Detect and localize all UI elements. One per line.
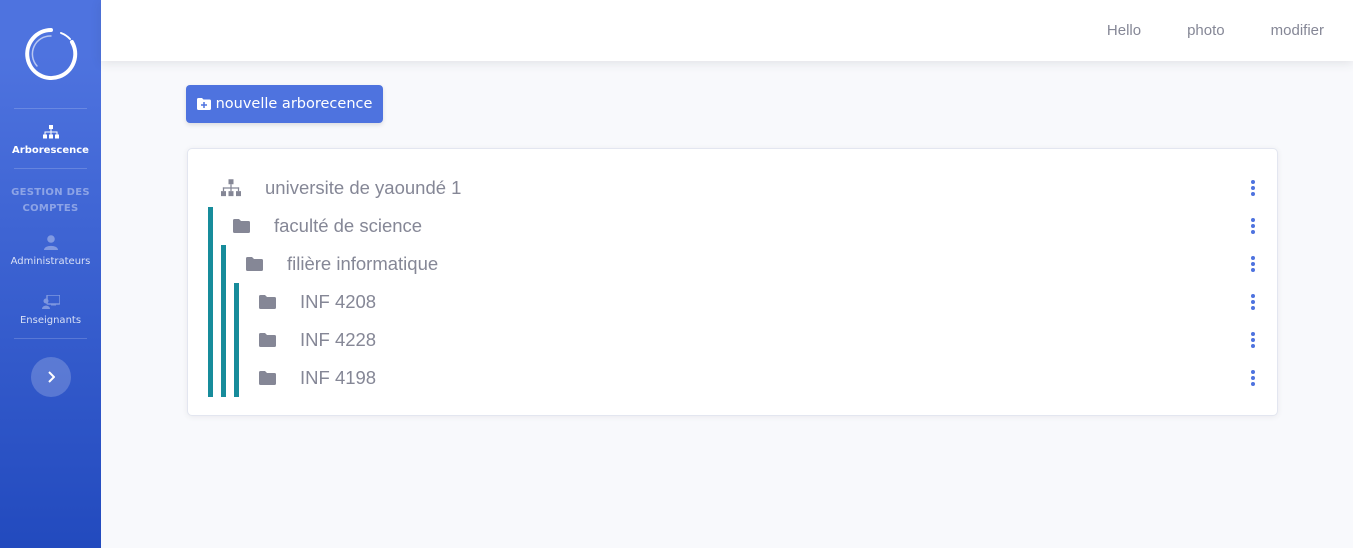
brand[interactable] [0,0,101,108]
new-tree-label: nouvelle arborecence [215,96,373,112]
topbar-link-photo[interactable]: photo [1187,22,1225,39]
folder-icon [246,257,263,271]
sidebar-divider [14,338,87,339]
sidebar-item-administrateurs[interactable]: Administrateurs [0,219,101,279]
teacher-icon [41,295,60,309]
tree-node-label: INF 4198 [300,367,377,388]
sidebar-item-arborescence[interactable]: Arborescence [0,109,101,168]
topbar: Hello photo modifier [101,0,1353,61]
folder-icon [259,295,276,309]
kebab-menu-icon[interactable] [1247,330,1259,350]
sidebar-toggle-button[interactable] [30,357,71,397]
kebab-menu-icon[interactable] [1247,178,1259,198]
tree-node-label: filière informatique [287,253,439,274]
folder-icon [259,371,276,385]
sidebar-item-label: Administrateurs [10,256,91,267]
kebab-menu-icon[interactable] [1247,216,1259,236]
tree-node[interactable]: INF 4198 [188,359,1277,397]
new-tree-button[interactable]: nouvelle arborecence [186,85,383,123]
topbar-link-hello[interactable]: Hello [1107,22,1141,39]
tree-node[interactable]: INF 4228 [188,321,1277,359]
kebab-menu-icon[interactable] [1247,292,1259,312]
tree-node-label: universite de yaoundé 1 [265,177,462,198]
sitemap-icon [42,125,59,139]
folder-plus-icon [196,98,211,110]
user-icon [43,235,58,250]
kebab-menu-icon[interactable] [1247,254,1259,274]
sidebar-item-label: Enseignants [19,315,82,326]
tree-node-label: faculté de science [274,215,423,236]
tree-node[interactable]: INF 4208 [188,283,1277,321]
folder-icon [233,219,250,233]
sidebar-heading: GESTION DES COMPTES [11,187,90,214]
folder-icon [259,333,276,347]
kebab-menu-icon[interactable] [1247,368,1259,388]
circle-logo-icon [24,28,77,80]
tree-node[interactable]: filière informatique [188,245,1277,283]
sitemap-icon [221,179,241,197]
topbar-link-modifier[interactable]: modifier [1271,22,1324,39]
tree-node[interactable]: universite de yaoundé 1 [188,169,1277,207]
tree-node-label: INF 4228 [300,329,377,350]
tree-node-label: INF 4208 [300,291,377,312]
sidebar-item-label: Arborescence [12,145,89,156]
sidebar-item-enseignants[interactable]: Enseignants [0,279,101,338]
tree-node[interactable]: faculté de science [188,207,1277,245]
sidebar: Arborescence GESTION DES COMPTES Adminis… [0,0,101,548]
chevron-right-icon [47,371,55,383]
tree-card: universite de yaoundé 1 faculté de scien… [187,148,1278,416]
